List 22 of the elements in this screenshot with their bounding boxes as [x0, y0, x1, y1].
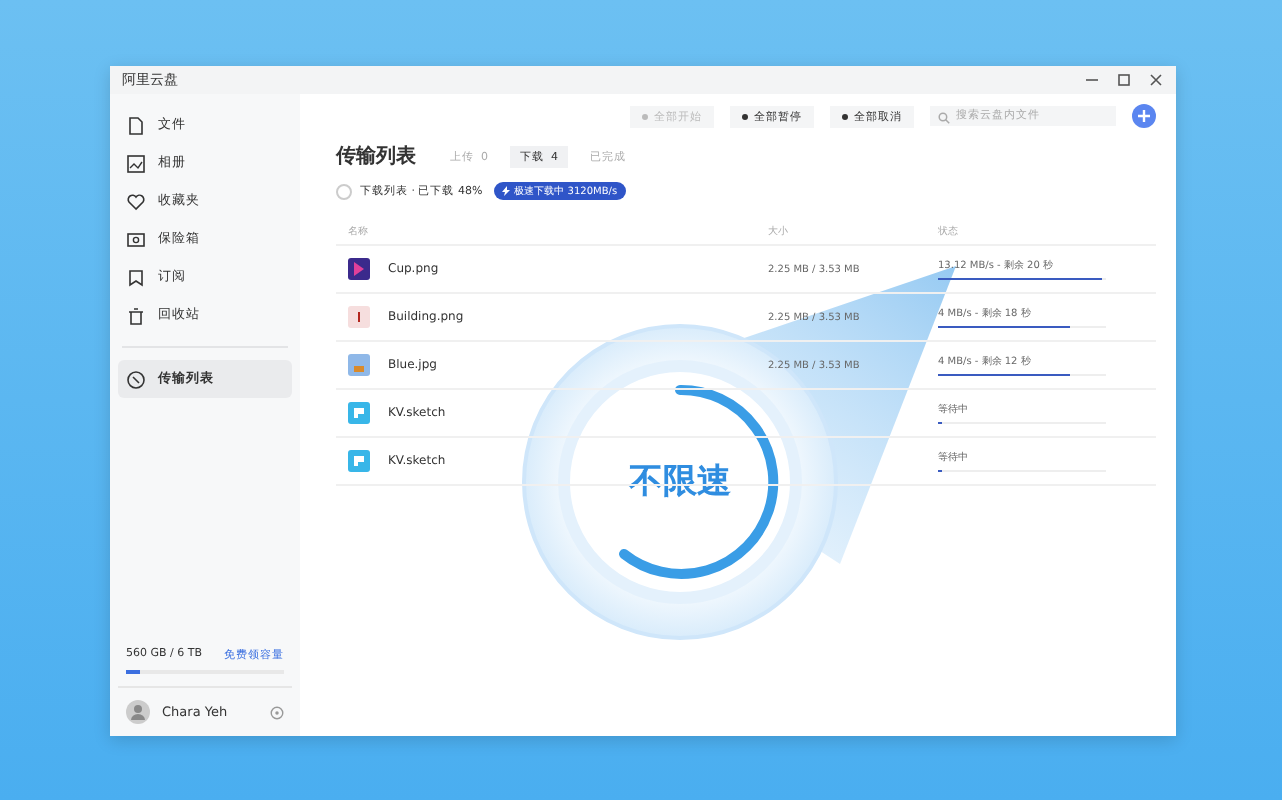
- image-thumbnail-icon: [348, 306, 370, 328]
- add-button[interactable]: [1132, 104, 1156, 128]
- trash-icon: [126, 305, 146, 325]
- settings-icon[interactable]: [270, 705, 284, 719]
- avatar-icon: [126, 700, 150, 724]
- dot-icon: [642, 113, 648, 119]
- page-title: 传输列表: [336, 143, 416, 170]
- image-thumbnail-icon: [348, 354, 370, 376]
- maximize-icon[interactable]: [1116, 72, 1132, 88]
- dot-icon: [842, 113, 848, 119]
- dot-icon: [742, 113, 748, 119]
- bookmark-icon: [126, 267, 146, 287]
- image-thumbnail-icon: [348, 258, 370, 280]
- close-icon[interactable]: [1148, 72, 1164, 88]
- file-icon: [348, 402, 370, 424]
- photo-icon: [126, 153, 146, 173]
- file-icon: [348, 450, 370, 472]
- lightning-icon: [502, 186, 511, 196]
- safe-icon: [126, 229, 146, 249]
- select-all-checkbox[interactable]: [336, 183, 352, 199]
- heart-icon: [126, 191, 146, 211]
- file-icon: [126, 115, 146, 135]
